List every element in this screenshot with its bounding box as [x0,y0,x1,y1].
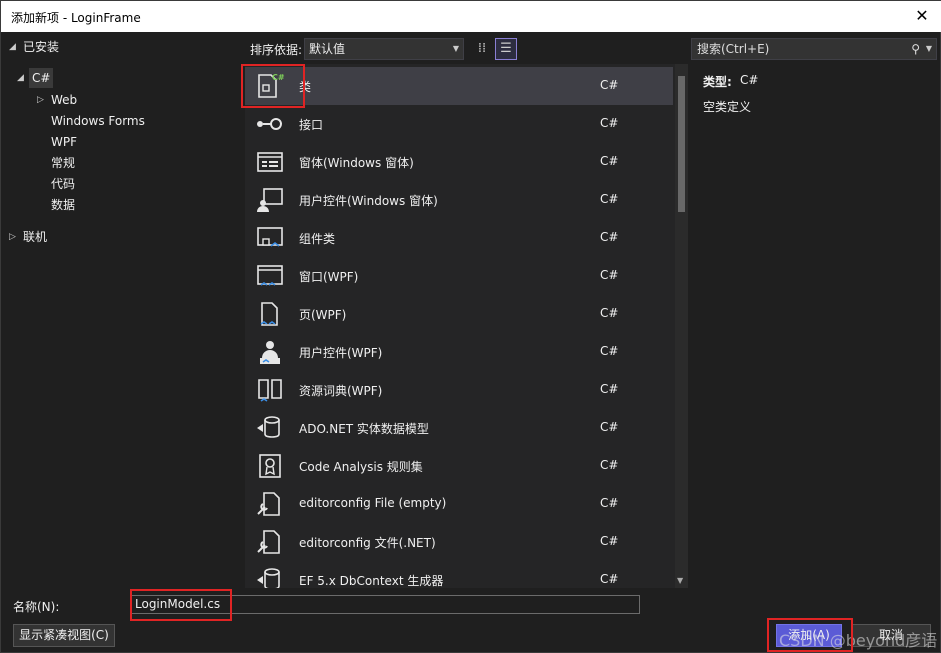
svg-text:C#: C# [272,73,285,82]
item-name: 页(WPF) [299,308,347,322]
type-value: C# [740,73,759,87]
item-name: 组件类 [299,232,336,246]
user-control-icon [255,186,285,214]
search-options-arrow-icon[interactable]: ▼ [926,39,932,59]
dropdown-arrow-icon: ▼ [452,44,459,53]
item-language: C# [600,382,619,396]
wpf-page-icon [255,300,285,328]
collapsed-arrow-icon[interactable]: ▷ [37,90,44,110]
sort-value: 默认值 [309,42,346,56]
component-class-icon [255,224,285,252]
list-item[interactable]: ADO.NET 实体数据模型 C# [245,409,673,447]
wpf-user-control-icon [255,338,285,366]
window-title: 添加新项 - LoginFrame [11,11,141,25]
list-item[interactable]: 窗体(Windows 窗体) C# [245,143,673,181]
item-description: 空类定义 [703,100,752,114]
sort-dropdown[interactable]: 默认值 ▼ [304,38,464,60]
list-item[interactable]: 用户控件(Windows 窗体) C# [245,181,673,219]
collapsed-arrow-icon[interactable]: ▷ [9,227,16,247]
close-icon[interactable]: ✕ [912,6,932,26]
list-item[interactable]: editorconfig 文件(.NET) C# [245,523,673,561]
editorconfig-icon [255,490,285,518]
item-name: EF 5.x DbContext 生成器 [299,574,444,588]
template-list: C# 类 C# 接口 C# 窗体(Windows 窗体) C# 用户控件(Win… [245,64,688,588]
tree-item-web[interactable]: Web [51,90,77,110]
dbcontext-icon [255,566,285,588]
list-view-icon: ☰ [500,41,512,56]
list-item[interactable]: Code Analysis 规则集 C# [245,447,673,485]
grid-view-icon: ⁞⁞ [477,41,487,56]
list-item[interactable]: EF 5.x DbContext 生成器 C# [245,561,673,588]
entity-model-icon [255,414,285,442]
item-language: C# [600,116,619,130]
item-language: C# [600,496,619,510]
list-item[interactable]: editorconfig File (empty) C# [245,485,673,523]
list-item[interactable]: C# 类 C# [245,67,673,105]
category-tree: ◢ 已安装 ◢ C# ▷ Web Windows Forms WPF 常规 代码… [1,32,245,588]
item-language: C# [600,78,619,92]
name-label: 名称(N): [13,600,60,614]
item-language: C# [600,458,619,472]
scroll-down-arrow-icon[interactable]: ▼ [677,576,683,585]
item-language: C# [600,572,619,586]
list-item[interactable]: 资源词典(WPF) C# [245,371,673,409]
search-input[interactable]: 搜索(Ctrl+E) ⚲ ▼ [691,38,937,60]
item-name: ADO.NET 实体数据模型 [299,422,429,436]
list-item[interactable]: 页(WPF) C# [245,295,673,333]
item-name: 用户控件(WPF) [299,346,383,360]
watermark: CSDN @beyond彦语 [779,631,938,650]
list-item[interactable]: 用户控件(WPF) C# [245,333,673,371]
list-item[interactable]: 接口 C# [245,105,673,143]
item-language: C# [600,154,619,168]
search-icon[interactable]: ⚲ [911,39,920,59]
item-language: C# [600,420,619,434]
tree-item-wpf[interactable]: WPF [51,132,77,152]
item-name: Code Analysis 规则集 [299,460,423,474]
ruleset-icon [255,452,285,480]
interface-icon [255,110,285,138]
item-language: C# [600,344,619,358]
tree-item-windows-forms[interactable]: Windows Forms [51,111,145,131]
item-name: editorconfig File (empty) [299,496,447,510]
item-language: C# [600,306,619,320]
title-bar: 添加新项 - LoginFrame ✕ [1,1,941,32]
scrollbar-thumb[interactable] [678,76,685,212]
tree-item-csharp[interactable]: C# [29,68,54,88]
item-name: 类 [299,80,312,94]
item-language: C# [600,268,619,282]
wpf-window-icon [255,262,285,290]
item-name: 窗口(WPF) [299,270,359,284]
compact-view-button[interactable]: 显示紧凑视图(C) [13,624,115,647]
details-pane: 类型: C# 空类定义 [691,64,941,588]
item-language: C# [600,534,619,548]
type-label: 类型: [703,75,732,89]
form-icon [255,148,285,176]
template-list-scrollbar[interactable]: ▼ [675,64,688,588]
tree-item-data[interactable]: 数据 [51,195,75,215]
item-name: 窗体(Windows 窗体) [299,156,414,170]
tree-item-online[interactable]: 联机 [23,227,47,247]
expanded-arrow-icon[interactable]: ◢ [9,37,16,57]
item-name: 用户控件(Windows 窗体) [299,194,438,208]
list-view-button[interactable]: ☰ [495,38,517,60]
sort-label: 排序依据: [250,43,303,57]
name-field[interactable]: LoginModel.cs [130,595,640,614]
expanded-arrow-icon[interactable]: ◢ [17,68,24,88]
grid-view-button[interactable]: ⁞⁞ [471,38,493,60]
list-item[interactable]: 组件类 C# [245,219,673,257]
item-language: C# [600,230,619,244]
class-icon: C# [255,72,285,100]
item-name: 接口 [299,118,324,132]
item-name: 资源词典(WPF) [299,384,383,398]
item-name: editorconfig 文件(.NET) [299,536,436,550]
tree-item-installed[interactable]: 已安装 [23,37,59,57]
tree-item-code[interactable]: 代码 [51,174,75,194]
search-placeholder: 搜索(Ctrl+E) [697,42,770,56]
item-language: C# [600,192,619,206]
add-new-item-dialog: 添加新项 - LoginFrame ✕ ◢ 已安装 ◢ C# ▷ Web Win… [0,0,941,653]
editorconfig-icon [255,528,285,556]
list-item[interactable]: 窗口(WPF) C# [245,257,673,295]
resource-dictionary-icon [255,376,285,404]
tree-item-general[interactable]: 常规 [51,153,75,173]
